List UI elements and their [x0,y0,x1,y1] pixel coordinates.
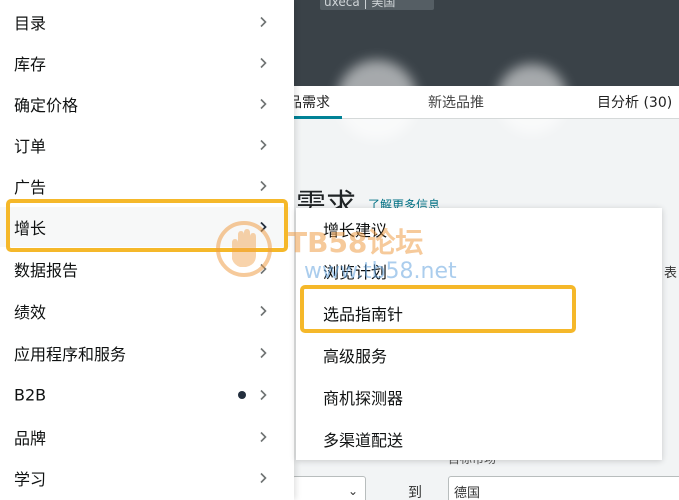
chevron-down-icon: ⌄ [348,484,359,498]
menu-item-b2b[interactable]: B2B [0,375,290,415]
menu-item-orders[interactable]: 订单 [0,125,290,165]
chevron-right-icon [257,431,269,443]
navigation-menu: 目录 库存 确定价格 订单 广告 增长 数据报告 绩效 应用程序和服务 B2B … [0,0,294,500]
menu-item-pricing[interactable]: 确定价格 [0,84,290,124]
new-indicator-dot-icon [238,391,246,399]
store-selector[interactable]: uxeca | 美国 [320,0,434,10]
menu-item-label: 确定价格 [14,96,79,115]
country-select-value: 德国 [454,486,481,500]
to-label: 到 [408,485,422,500]
tab-bar: 品需求 新选品推 目分析 (30) [292,86,679,119]
menu-item-catalog[interactable]: 目录 [0,2,290,42]
chevron-right-icon [257,180,269,192]
submenu-item-label: 增长建议 [323,221,388,240]
menu-item-label: 品牌 [14,429,47,448]
submenu-item-premium-services[interactable]: 高级服务 [296,334,662,376]
submenu-item-label: 选品指南针 [323,305,404,324]
menu-item-growth[interactable]: 增长 [0,207,290,247]
submenu-item-browse-plan[interactable]: 浏览计划 [296,250,662,292]
tab-category-analysis[interactable]: 目分析 (30) [597,92,672,112]
chevron-right-icon [257,57,269,69]
menu-item-label: 学习 [14,470,47,489]
menu-item-label: 增长 [14,219,47,238]
tab-product-demand[interactable]: 品需求 [292,92,330,112]
menu-item-advertising[interactable]: 广告 [0,166,290,206]
chevron-right-icon [257,347,269,359]
menu-item-apps-and-services[interactable]: 应用程序和服务 [0,333,290,373]
submenu-item-opportunity-explorer[interactable]: 商机探测器 [296,376,662,418]
filter-row: 目标市场 ⌄ 到 德国 [292,452,679,500]
menu-item-performance[interactable]: 绩效 [0,291,290,331]
menu-item-inventory[interactable]: 库存 [0,43,290,83]
chevron-right-icon [257,139,269,151]
menu-item-brands[interactable]: 品牌 [0,417,290,457]
submenu-item-product-opportunity-compass[interactable]: 选品指南针 [296,292,662,334]
menu-item-reports[interactable]: 数据报告 [0,249,290,289]
submenu-item-label: 浏览计划 [323,263,388,282]
menu-item-learn[interactable]: 学习 [0,458,290,498]
chevron-right-icon [257,221,269,233]
chevron-right-icon [257,389,269,401]
menu-item-label: 绩效 [14,303,47,322]
menu-item-label: 应用程序和服务 [14,345,127,364]
menu-item-label: 订单 [14,137,47,156]
chevron-right-icon [257,472,269,484]
active-tab-indicator [292,116,342,119]
chevron-right-icon [257,16,269,28]
screen: uxeca | 美国 品需求 新选品推 目分析 (30) 需求 了解更多信息 表… [0,0,679,500]
submenu-item-label: 高级服务 [323,347,388,366]
menu-item-label: 广告 [14,178,47,197]
submenu-item-label: 商机探测器 [323,389,404,408]
menu-item-label: B2B [14,385,47,405]
menu-item-label: 数据报告 [14,261,79,280]
submenu-item-growth-suggestions[interactable]: 增长建议 [296,208,662,250]
chevron-right-icon [257,98,269,110]
submenu-item-label: 多渠道配送 [323,431,404,450]
menu-item-label: 库存 [14,55,47,74]
menu-item-label: 目录 [14,14,47,33]
country-select[interactable] [448,476,679,500]
growth-submenu: 增长建议 浏览计划 选品指南针 高级服务 商机探测器 多渠道配送 [296,208,662,460]
chevron-right-icon [257,305,269,317]
chevron-right-icon [257,263,269,275]
partially-hidden-text: 表 [664,266,678,281]
tab-new-product-recommendations[interactable]: 新选品推 [428,92,484,112]
submenu-item-multi-channel-fulfillment[interactable]: 多渠道配送 [296,418,662,460]
